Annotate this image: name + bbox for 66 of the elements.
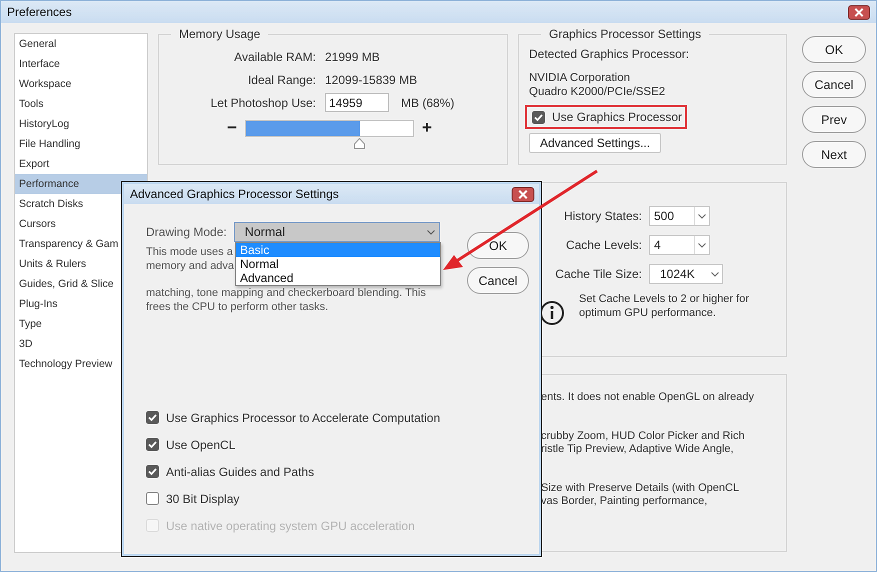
- sidebar-item[interactable]: Workspace: [15, 74, 147, 94]
- decrease-button[interactable]: −: [227, 118, 237, 138]
- description-text: memory and adva: [146, 260, 234, 273]
- increase-button[interactable]: +: [422, 118, 432, 138]
- sidebar-item[interactable]: File Handling: [15, 134, 147, 154]
- gpu-name: Quadro K2000/PCIe/SSE2: [529, 85, 666, 99]
- field-label: Ideal Range:: [246, 72, 317, 86]
- field-label: Let Photoshop Use:: [210, 96, 317, 110]
- panel-title: Memory Usage: [178, 27, 262, 41]
- field-label: History States:: [562, 209, 643, 223]
- description-text: This mode uses a: [146, 246, 233, 260]
- checkbox[interactable]: [146, 438, 159, 451]
- description-text: matching, tone mapping and checkerboard blending. This: [146, 287, 426, 300]
- checkbox-label: Use OpenCL: [166, 438, 236, 452]
- sidebar-item[interactable]: Tools: [15, 94, 147, 114]
- input-field[interactable]: 14959: [325, 93, 389, 112]
- caret-icon: [698, 214, 706, 218]
- dialog-button[interactable]: Prev: [802, 106, 866, 133]
- dropdown-option[interactable]: Normal: [236, 257, 440, 271]
- checkbox-label: Anti-alias Guides and Paths: [166, 464, 314, 478]
- checkbox-label: 30 Bit Display: [166, 492, 240, 506]
- field-label: Detected Graphics Processor:: [529, 47, 690, 61]
- info-text: vas Border, Painting performance,: [541, 495, 708, 508]
- checkbox[interactable]: [146, 492, 159, 505]
- field-label: Cache Tile Size:: [554, 267, 643, 281]
- checkbox[interactable]: [532, 110, 545, 124]
- field-value: 12099-15839 MB: [325, 72, 418, 86]
- close-icon[interactable]: [511, 186, 535, 202]
- checkbox[interactable]: [146, 465, 159, 478]
- caret-icon: [711, 272, 719, 276]
- checkbox-label: Use Graphics Processor: [552, 110, 682, 124]
- field-label: Available RAM:: [233, 50, 317, 64]
- dialog-button[interactable]: OK: [467, 232, 529, 259]
- close-icon[interactable]: [848, 4, 870, 20]
- dropdown[interactable]: 4: [649, 235, 710, 255]
- dialog-button[interactable]: Cancel: [802, 71, 866, 98]
- dialog-button[interactable]: OK: [802, 36, 866, 63]
- caret-icon: [698, 242, 706, 248]
- dialog-button[interactable]: Next: [802, 141, 866, 168]
- checkbox[interactable]: [146, 411, 159, 424]
- sidebar-item[interactable]: Interface: [15, 54, 147, 74]
- gpu-name: NVIDIA Corporation: [529, 71, 631, 85]
- checkbox-label: Use Graphics Processor to Accelerate Computation: [166, 410, 440, 424]
- info-text: ristle Tip Preview, Adaptive Wide Angle,: [541, 443, 734, 456]
- sidebar-item[interactable]: General: [15, 34, 147, 54]
- panel-title: Graphics Processor Settings: [548, 27, 702, 41]
- sidebar-item[interactable]: Export: [15, 154, 147, 174]
- advanced-settings-button[interactable]: Advanced Settings...: [529, 133, 662, 153]
- note-text: Set Cache Levels to 2 or higher for optimum GPU performance.: [579, 292, 750, 320]
- dropdown[interactable]: 500: [649, 206, 710, 226]
- drawing-mode-dropdown[interactable]: Normal: [234, 222, 440, 242]
- field-label: Drawing Mode:: [146, 225, 227, 239]
- sidebar-item[interactable]: HistoryLog: [15, 114, 147, 134]
- field-label: Cache Levels:: [564, 238, 643, 252]
- description-text: frees the CPU to perform other tasks.: [146, 300, 328, 314]
- dialog-button[interactable]: Cancel: [467, 267, 529, 294]
- unit-label: MB (68%): [401, 96, 454, 110]
- window-title: Preferences: [7, 5, 72, 19]
- info-text: Size with Preserve Details (with OpenCL: [541, 482, 740, 495]
- dropdown-option[interactable]: Advanced: [236, 271, 440, 285]
- field-value: 21999 MB: [325, 50, 380, 64]
- caret-icon: [426, 230, 435, 234]
- info-text: crubby Zoom, HUD Color Picker and Rich: [541, 430, 745, 443]
- info-text: ents. It does not enable OpenGL on already: [541, 391, 754, 404]
- checkbox-label: Use native operating system GPU acceleration: [166, 518, 415, 532]
- dropdown[interactable]: 1024K: [649, 264, 723, 284]
